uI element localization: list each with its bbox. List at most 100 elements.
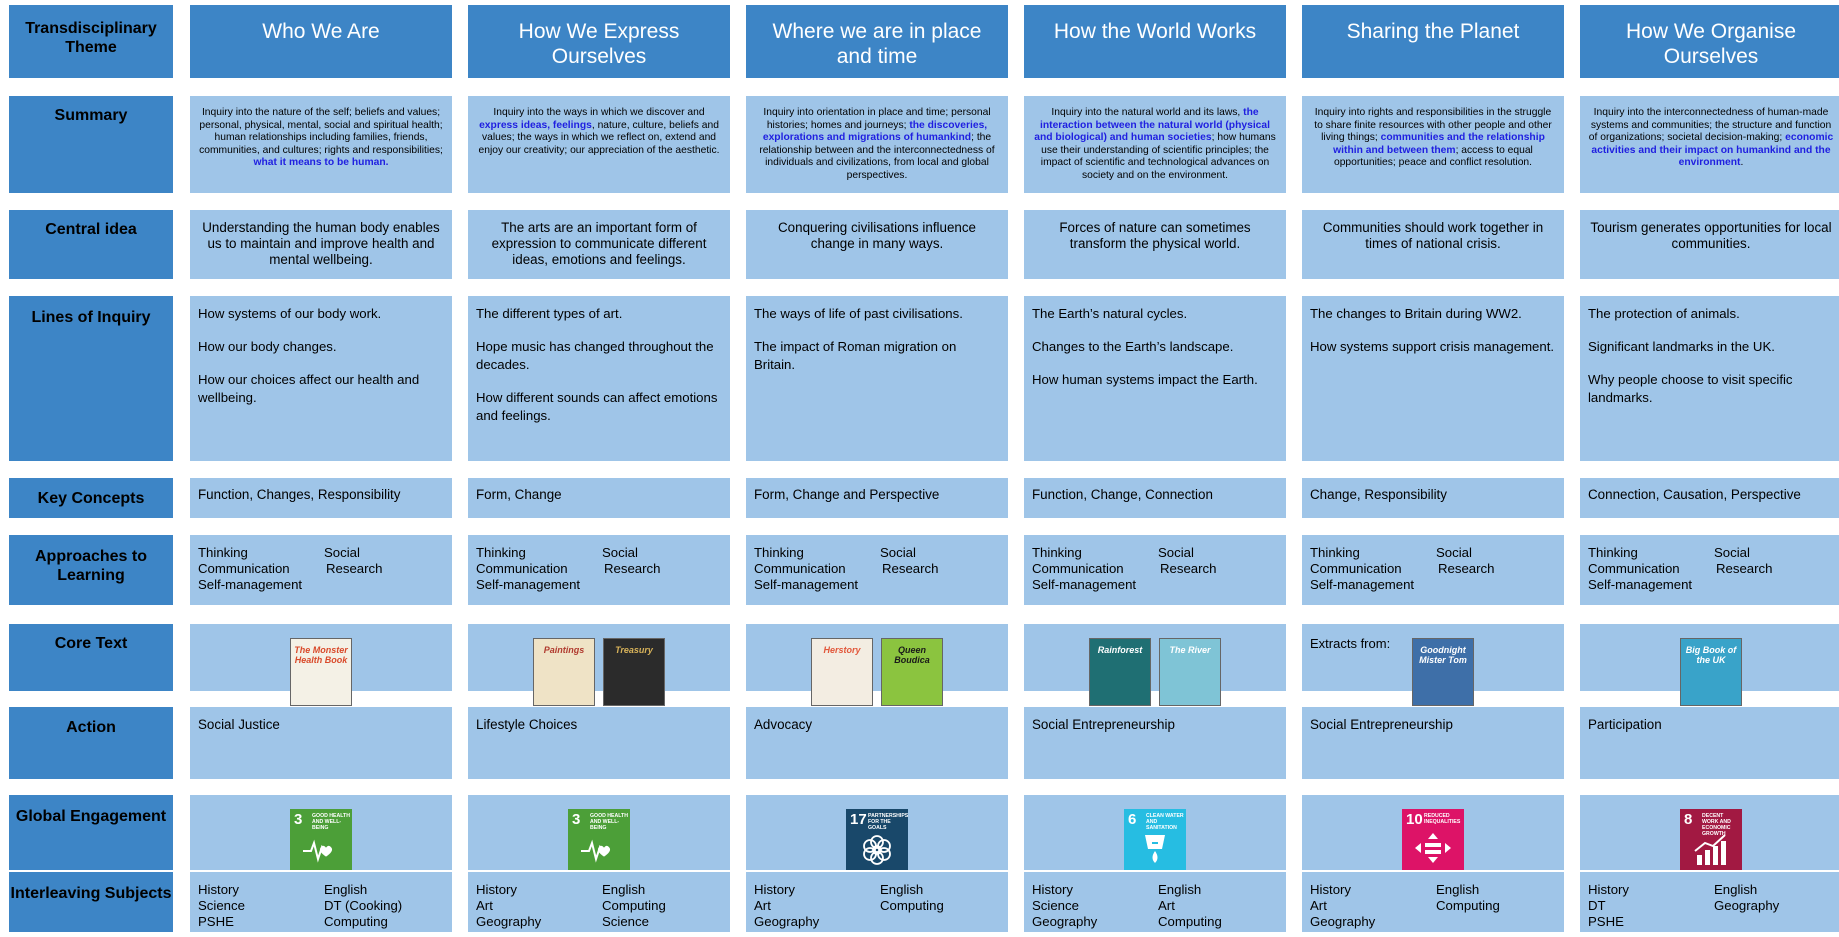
- row-header-label: Approaches to Learning: [34, 548, 147, 584]
- row-header-label: Summary: [54, 107, 128, 124]
- row-header-label: Interleaving Subjects: [10, 885, 172, 902]
- approach-social: Social: [1714, 545, 1750, 560]
- subject: Art: [476, 898, 493, 913]
- inquiry-line: Significant landmarks in the UK.: [1588, 339, 1775, 354]
- approaches-to-learning: Thinking Social Communication Research Self-…: [190, 535, 452, 605]
- sdg-label: Good health and well-being: [590, 813, 628, 831]
- subject-list: History English Science DT (Cooking) PSHE Com…: [198, 882, 444, 930]
- core-text: Herstory Queen Boudica: [746, 624, 1008, 706]
- theme-summary: Inquiry into the natural world and its l…: [1024, 96, 1286, 193]
- book-cover[interactable]: The River: [1159, 638, 1221, 706]
- action: Social Justice: [190, 707, 452, 779]
- lines-of-inquiry: The different types of art. Hope music ha…: [468, 296, 730, 461]
- book-cover[interactable]: Queen Boudica: [881, 638, 943, 706]
- lines-of-inquiry: The ways of life of past civilisations. T…: [746, 296, 1008, 461]
- subject: Science: [198, 898, 245, 913]
- summary-text: Inquiry into the natural world and its l…: [1051, 107, 1244, 118]
- row-header-approaches: Approaches to Learning: [9, 535, 173, 605]
- approaches-to-learning: Thinking Social Communication Research Self-…: [1024, 535, 1286, 605]
- book-title: Queen Boudica: [894, 645, 930, 665]
- core-text: Big Book of the UK: [1580, 624, 1839, 706]
- subject: PSHE: [198, 914, 234, 929]
- approach-thinking: Thinking: [1588, 545, 1638, 560]
- approach-thinking: Thinking: [1032, 545, 1082, 560]
- subject: [1436, 914, 1556, 930]
- key-concepts: Change, Responsibility: [1302, 478, 1564, 518]
- approach-research: Research: [1438, 561, 1495, 576]
- book-title: The Monster Health Book: [294, 645, 348, 665]
- inquiry-line: The impact of Roman migration on Britain…: [754, 339, 957, 372]
- row-header-central-idea: Central idea: [9, 210, 173, 279]
- interleaving-subjects: History English DT Geography PSHE: [1580, 872, 1839, 932]
- approach-self-management: Self-management: [1310, 577, 1415, 592]
- book-title: Herstory: [823, 645, 861, 655]
- approach-communication: Communication: [1310, 561, 1402, 576]
- sdg-tile[interactable]: 6 Clean water and sanitation: [1124, 809, 1186, 870]
- sdg-label: Reduced inequalities: [1424, 813, 1461, 825]
- inquiry-line: How different sounds can affect emotions…: [476, 390, 718, 423]
- inquiry-line: How our choices affect our health and we…: [198, 372, 420, 405]
- interleaving-subjects: History English Art Computing Geography Scien…: [468, 872, 730, 932]
- inquiry-line: The different types of art.: [476, 306, 623, 321]
- row-header-label: Global Engagement: [15, 808, 167, 825]
- approach-social: Social: [880, 545, 916, 560]
- core-text-label: Extracts from:: [1310, 636, 1391, 651]
- book-cover[interactable]: Big Book of the UK: [1680, 638, 1742, 706]
- book-title: Treasury: [615, 645, 653, 655]
- subject: [1714, 914, 1834, 930]
- subject: Science: [1032, 898, 1079, 913]
- subject: Art: [1310, 898, 1327, 913]
- theme-summary: Inquiry into the ways in which we discov…: [468, 96, 730, 193]
- book-cover[interactable]: Treasury: [603, 638, 665, 706]
- action: Lifestyle Choices: [468, 707, 730, 779]
- core-text: Paintings Treasury: [468, 624, 730, 706]
- subject: English: [602, 882, 646, 897]
- book-title: Rainforest: [1097, 645, 1143, 655]
- sdg-tile[interactable]: 17 Partnerships for the goals: [846, 809, 908, 870]
- approach-research: Research: [1716, 561, 1773, 576]
- subject-list: History English Science Art Geography Computi…: [1032, 882, 1278, 930]
- book-cover[interactable]: Goodnight Mister Tom: [1412, 638, 1474, 706]
- inquiry-line: Changes to the Earth’s landscape.: [1032, 339, 1234, 354]
- approach-research: Research: [604, 561, 661, 576]
- summary-highlight: express ideas, feelings: [479, 119, 592, 131]
- core-text: Extracts from: Goodnight Mister Tom: [1302, 624, 1564, 706]
- approach-thinking: Thinking: [476, 545, 526, 560]
- sdg-tile[interactable]: 8 Decent work and economic growth: [1680, 809, 1742, 870]
- global-engagement: 6 Clean water and sanitation: [1024, 795, 1286, 870]
- approach-self-management: Self-management: [476, 577, 581, 592]
- row-header-label: Transdisciplinary Theme: [25, 20, 157, 56]
- subject-list: History English Art Computing Geography Scien…: [476, 882, 722, 930]
- interleaving-subjects: History English Science DT (Cooking) PSHE Com…: [190, 872, 452, 932]
- subject-list: History English DT Geography PSHE: [1588, 882, 1834, 930]
- sdg-tile[interactable]: 3 Good health and well-being: [290, 809, 352, 870]
- book-cover[interactable]: Rainforest: [1089, 638, 1151, 706]
- approach-social: Social: [602, 545, 638, 560]
- sdg-number: 8: [1684, 811, 1693, 828]
- sdg-label: Good health and well-being: [312, 813, 350, 831]
- sdg-tile[interactable]: 3 Good health and well-being: [568, 809, 630, 870]
- interleaving-subjects: History English Art Computing Geography: [1302, 872, 1564, 932]
- approaches-list: Thinking Social Communication Research Self-…: [1032, 545, 1278, 593]
- row-header-label: Core Text: [54, 635, 128, 652]
- theme-header: Where we are in place and time: [746, 5, 1008, 78]
- row-header-summary: Summary: [9, 96, 173, 193]
- central-idea: Forces of nature can sometimes transform…: [1024, 210, 1286, 279]
- subject: Computing: [324, 914, 388, 929]
- inquiry-line: Hope music has changed throughout the de…: [476, 339, 714, 372]
- book-cover[interactable]: Herstory: [811, 638, 873, 706]
- approach-communication: Communication: [198, 561, 290, 576]
- subject: History: [1032, 882, 1074, 897]
- sdg-label: Partnerships for the goals: [868, 813, 909, 831]
- central-idea: Conquering civilisations influence chang…: [746, 210, 1008, 279]
- subject: PSHE: [1588, 914, 1624, 929]
- global-engagement: 10 Reduced inequalities: [1302, 795, 1564, 870]
- book-cover[interactable]: Paintings: [533, 638, 595, 706]
- summary-text: Inquiry into the nature of the self; bel…: [199, 107, 443, 156]
- sdg-tile[interactable]: 10 Reduced inequalities: [1402, 809, 1464, 870]
- approaches-to-learning: Thinking Social Communication Research Self-…: [1302, 535, 1564, 605]
- row-header-theme: Transdisciplinary Theme: [9, 5, 173, 78]
- book-title: The River: [1169, 645, 1211, 655]
- theme-header: Sharing the Planet: [1302, 5, 1564, 78]
- book-cover[interactable]: The Monster Health Book: [290, 638, 352, 706]
